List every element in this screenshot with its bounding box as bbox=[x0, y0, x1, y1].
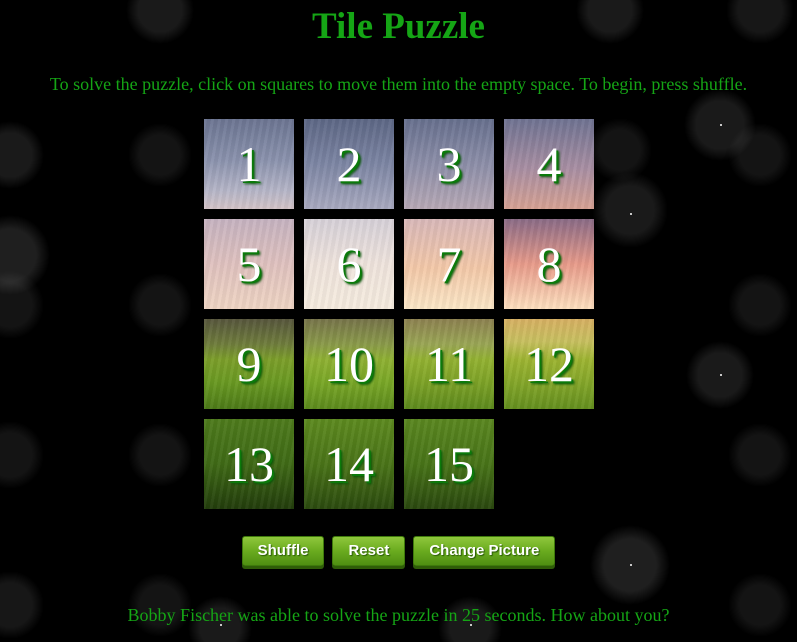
tile-number: 8 bbox=[536, 236, 562, 292]
instructions-text: To solve the puzzle, click on squares to… bbox=[49, 74, 748, 94]
puzzle-tile-7[interactable]: 7 bbox=[404, 219, 494, 309]
tile-number: 10 bbox=[324, 336, 374, 392]
puzzle-tile-14[interactable]: 14 bbox=[304, 419, 394, 509]
footer-message: Bobby Fischer was able to solve the puzz… bbox=[127, 605, 670, 625]
tile-number: 1 bbox=[236, 136, 262, 192]
star bbox=[720, 374, 722, 376]
tile-number: 3 bbox=[436, 136, 462, 192]
reset-button[interactable]: Reset bbox=[332, 536, 406, 566]
puzzle-tile-4[interactable]: 4 bbox=[504, 119, 594, 209]
puzzle-tile-2[interactable]: 2 bbox=[304, 119, 394, 209]
tile-number: 14 bbox=[324, 436, 374, 492]
tile-number: 13 bbox=[224, 436, 274, 492]
puzzle-tile-1[interactable]: 1 bbox=[204, 119, 294, 209]
puzzle-tile-9[interactable]: 9 bbox=[204, 319, 294, 409]
puzzle-tile-10[interactable]: 10 bbox=[304, 319, 394, 409]
controls-bar: Shuffle Reset Change Picture bbox=[0, 536, 797, 566]
tile-number: 12 bbox=[524, 336, 574, 392]
puzzle-tile-11[interactable]: 11 bbox=[404, 319, 494, 409]
change-picture-button[interactable]: Change Picture bbox=[413, 536, 556, 566]
tile-number: 7 bbox=[436, 236, 462, 292]
tile-number: 15 bbox=[424, 436, 474, 492]
tile-number: 9 bbox=[236, 336, 262, 392]
star bbox=[720, 124, 722, 126]
puzzle-tile-12[interactable]: 12 bbox=[504, 319, 594, 409]
tile-number: 2 bbox=[336, 136, 362, 192]
puzzle-tile-13[interactable]: 13 bbox=[204, 419, 294, 509]
puzzle-tile-3[interactable]: 3 bbox=[404, 119, 494, 209]
tile-number: 6 bbox=[336, 236, 362, 292]
puzzle-tile-15[interactable]: 15 bbox=[404, 419, 494, 509]
puzzle-tile-5[interactable]: 5 bbox=[204, 219, 294, 309]
puzzle-tile-6[interactable]: 6 bbox=[304, 219, 394, 309]
page-title: Tile Puzzle bbox=[312, 6, 485, 47]
star bbox=[630, 213, 632, 215]
shuffle-button[interactable]: Shuffle bbox=[241, 536, 325, 566]
tile-number: 5 bbox=[236, 236, 262, 292]
puzzle-board: 1 2 3 4 5 6 7 8 9 10 11 12 13 14 15 bbox=[204, 119, 594, 509]
empty-cell bbox=[504, 419, 594, 509]
puzzle-tile-8[interactable]: 8 bbox=[504, 219, 594, 309]
tile-number: 11 bbox=[424, 336, 474, 392]
tile-number: 4 bbox=[536, 136, 562, 192]
